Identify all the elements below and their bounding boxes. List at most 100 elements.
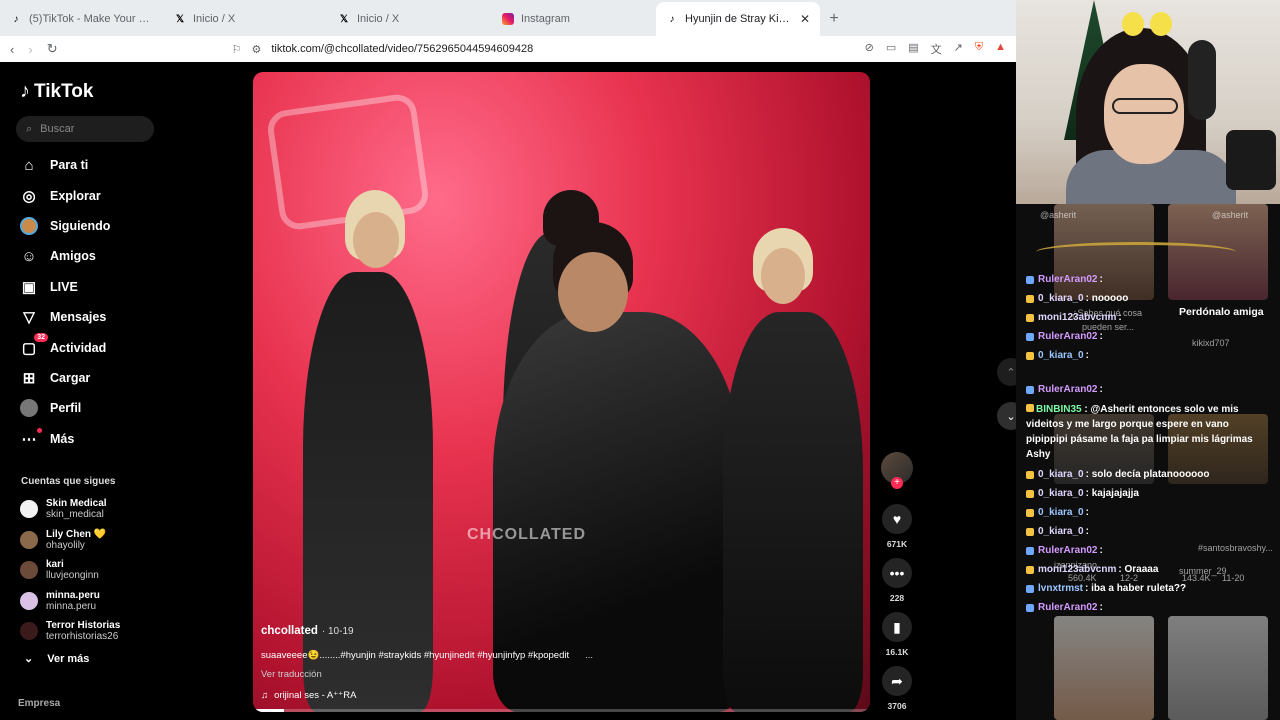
description-more-button[interactable]: ...	[585, 650, 593, 661]
following-account-lily-chen[interactable]: Lily Chen 💛 ohayolily	[20, 525, 120, 556]
chat-message: RulerAran02:	[1026, 331, 1103, 342]
video-progress-bar[interactable]	[253, 709, 870, 712]
chat-message: 0_kiara_0:	[1026, 350, 1089, 361]
brave-rewards-icon[interactable]: ▲	[995, 41, 1006, 57]
chat-message: 0_kiara_0: kajajajajja	[1026, 488, 1139, 499]
share-button[interactable]: ➦ 3706	[880, 666, 914, 711]
nav-item-actividad[interactable]: ▢ 32 Actividad	[20, 332, 230, 362]
chick-headband-icon	[1122, 12, 1144, 36]
nav-item-live[interactable]: ▣ LIVE	[20, 272, 230, 302]
video-player[interactable]: CHCOLLATED chcollated · 10-19 suaaveeee😉…	[253, 72, 870, 712]
nav-item-amigos[interactable]: ☺ Amigos	[20, 241, 230, 271]
chat-message: lvnxtrmst: iba a haber ruleta??	[1026, 583, 1186, 594]
streamer-webcam	[1016, 0, 1280, 204]
following-account-minna-peru[interactable]: minna.peru minna.peru	[20, 586, 120, 617]
following-section-title: Cuentas que sigues	[21, 476, 116, 487]
glasses	[1112, 98, 1178, 114]
chat-message: RulerAran02:	[1026, 545, 1103, 556]
search-input[interactable]: ⌕ Buscar	[16, 116, 154, 142]
chevron-down-icon: ⌄	[1006, 410, 1016, 423]
nav-item-mas[interactable]: ⋯ Más	[20, 424, 230, 454]
headset-stand	[1226, 130, 1276, 190]
like-button[interactable]: ♥ 671K	[880, 504, 914, 549]
nav-item-para-ti[interactable]: ⌂ Para ti	[20, 150, 230, 180]
forward-icon[interactable]: ›	[28, 42, 32, 57]
avatar	[20, 591, 38, 610]
url-text: tiktok.com/@chcollated/video/75629650445…	[271, 43, 534, 55]
share-icon[interactable]: ↗	[954, 41, 963, 57]
video-music[interactable]: ♫ orijinal ses - A⁺⁺RA	[261, 690, 357, 701]
save-button[interactable]: ▮ 16.1K	[880, 612, 914, 657]
extensions-area: ⊘ ▭ ▤ 文 ↗ ⛨ ▲	[865, 41, 1006, 57]
bookmark-icon[interactable]: ⚐	[232, 43, 242, 56]
browser-tab-x-2[interactable]: 𝕏 Inicio / X	[328, 2, 492, 36]
headphones	[1188, 40, 1216, 120]
following-account-terror-historias[interactable]: Terror Historias terrorhistorias26	[20, 616, 120, 647]
nav-item-siguiendo[interactable]: Siguiendo	[20, 211, 230, 241]
activity-badge: 32	[34, 332, 48, 342]
music-note-icon: ♫	[261, 690, 269, 701]
translate-link[interactable]: Ver traducción	[261, 669, 322, 680]
messages-icon: ▽	[23, 309, 35, 327]
nav-item-explorar[interactable]: ◎ Explorar	[20, 180, 230, 210]
new-tab-button[interactable]: +	[820, 2, 848, 36]
search-placeholder: Buscar	[40, 123, 75, 135]
x-icon: 𝕏	[339, 13, 349, 25]
reader-icon[interactable]: ▤	[908, 41, 918, 57]
browser-tab-x-1[interactable]: 𝕏 Inicio / X	[164, 2, 328, 36]
search-icon: ⌕	[26, 122, 33, 135]
instagram-icon	[502, 13, 514, 25]
footer-empresa-link[interactable]: Empresa	[18, 698, 60, 709]
avatar	[20, 530, 38, 549]
browser-tab-instagram[interactable]: Instagram	[492, 2, 656, 36]
nav-item-perfil[interactable]: Perfil	[20, 393, 230, 423]
address-bar[interactable]: ⚐ ⚙ tiktok.com/@chcollated/video/7562965…	[232, 43, 851, 56]
chat-message: BINBIN35 : @Asherit entonces solo ve mis…	[1026, 404, 1253, 460]
upload-icon: ⊞	[22, 369, 36, 387]
avatar	[20, 622, 38, 641]
following-list: Skin Medical skin_medical Lily Chen 💛 ohay…	[20, 494, 120, 647]
follow-plus-icon[interactable]: +	[891, 477, 903, 489]
save-count: 16.1K	[885, 647, 909, 657]
activity-icon: ▢ 32	[20, 332, 48, 357]
video-author[interactable]: chcollated · 10-19	[261, 625, 354, 637]
chat-message: 0_kiara_0:	[1026, 526, 1089, 537]
close-tab-icon[interactable]: ✕	[800, 12, 810, 26]
tiktok-page: ♪ TikTok ⌕ Buscar ⌂ Para ti ◎ Explorar Sig…	[0, 62, 1025, 720]
site-info-icon[interactable]: ⚙	[251, 43, 261, 56]
chat-message: RulerAran02:	[1026, 602, 1103, 613]
reload-icon[interactable]: ↻	[47, 41, 58, 57]
chat-message: moni123abvcnm: Oraaaa	[1026, 564, 1158, 575]
live-icon: ▣	[21, 278, 37, 296]
browser-tab-bar: ♪ (5)TikTok - Make Your Day 𝕏 Inicio / X…	[0, 0, 1016, 36]
browser-toolbar: ‹ › ↻ ⚐ ⚙ tiktok.com/@chcollated/video/7…	[0, 36, 1016, 62]
nav-item-cargar[interactable]: ⊞ Cargar	[20, 363, 230, 393]
browser-tab-hyunjin[interactable]: ♪ Hyunjin de Stray Kids: Edición In ✕	[656, 2, 820, 36]
share-arrow-icon: ➦	[882, 666, 912, 696]
see-more-button[interactable]: ⌄ Ver más	[24, 652, 89, 666]
following-account-skin-medical[interactable]: Skin Medical skin_medical	[20, 494, 120, 525]
chat-message: 0_kiara_0: solo decía platanoooooo	[1026, 469, 1210, 480]
chat-message: moni123abvcnm:	[1026, 312, 1122, 323]
chevron-down-icon: ⌄	[24, 653, 34, 665]
x-icon: 𝕏	[175, 13, 185, 25]
streamer-face	[1104, 64, 1184, 164]
chat-message: RulerAran02:	[1026, 274, 1103, 285]
tiktok-logo[interactable]: ♪ TikTok	[20, 80, 93, 103]
browser-tab-tiktok-home[interactable]: ♪ (5)TikTok - Make Your Day	[0, 2, 164, 36]
chevron-up-icon: ⌃	[1006, 366, 1016, 379]
brave-shield-icon[interactable]: ⛨	[975, 41, 983, 57]
comment-button[interactable]: ••• 228	[880, 558, 914, 603]
chick-headband-icon	[1150, 12, 1172, 36]
following-avatar-icon	[20, 216, 38, 235]
friends-icon: ☺	[21, 247, 37, 265]
translate-icon[interactable]: 文	[931, 41, 942, 57]
avatar	[20, 500, 38, 519]
cast-icon[interactable]: ▭	[886, 41, 896, 57]
tiktok-icon: ♪	[669, 13, 675, 25]
back-icon[interactable]: ‹	[10, 42, 14, 57]
nav-item-mensajes[interactable]: ▽ Mensajes	[20, 302, 230, 332]
no-cast-icon[interactable]: ⊘	[865, 41, 874, 57]
video-progress-fill	[253, 709, 284, 712]
following-account-kari[interactable]: kari lluvjeonginn	[20, 555, 120, 586]
